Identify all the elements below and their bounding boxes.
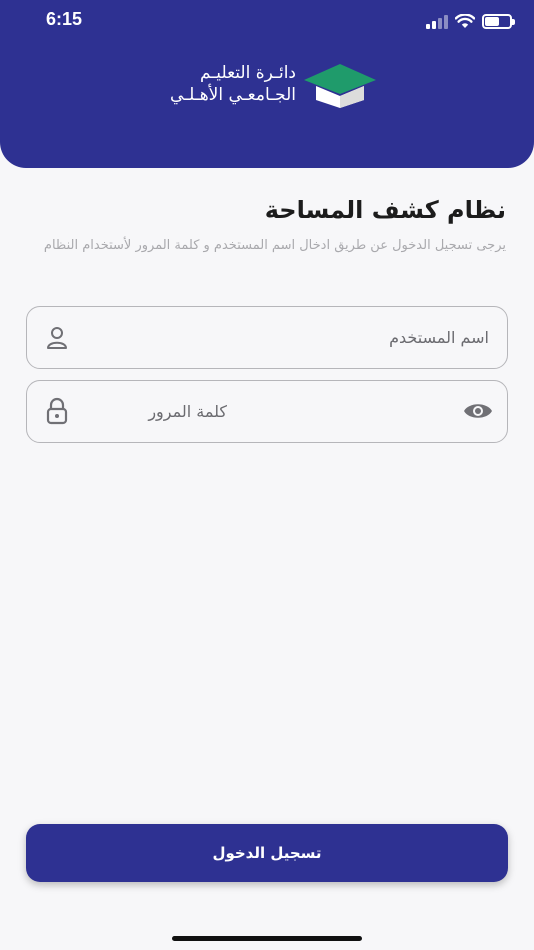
graduation-cap-icon [304, 64, 376, 108]
username-input[interactable] [147, 307, 507, 368]
eye-icon[interactable] [463, 401, 493, 421]
logo-text: دائـرة التعليـم الجـامعـي الأهـلـي [136, 62, 296, 106]
wifi-icon [455, 14, 475, 28]
cellular-signal-icon [426, 14, 448, 29]
username-field[interactable] [26, 306, 508, 369]
password-field[interactable] [26, 380, 508, 443]
battery-icon [482, 14, 515, 29]
login-button[interactable]: تسجيل الدخول [26, 824, 508, 882]
lock-icon [46, 397, 68, 425]
home-indicator[interactable] [172, 936, 362, 941]
status-time: 6:15 [46, 9, 83, 29]
page-title: نظام كشف المساحة [264, 196, 506, 224]
page-subtitle: يرجى تسجيل الدخول عن طريق ادخال اسم المس… [43, 238, 506, 253]
password-input[interactable] [107, 381, 227, 442]
logo-line-1: دائـرة التعليـم [200, 63, 296, 83]
person-icon [47, 327, 67, 349]
logo: دائـرة التعليـم الجـامعـي الأهـلـي [158, 58, 378, 114]
app-header: 6:15 دائـرة التعليـم الجـامعـي الأهـلـي [0, 0, 534, 168]
status-icons [426, 14, 515, 29]
logo-line-2: الجـامعـي الأهـلـي [169, 85, 296, 105]
